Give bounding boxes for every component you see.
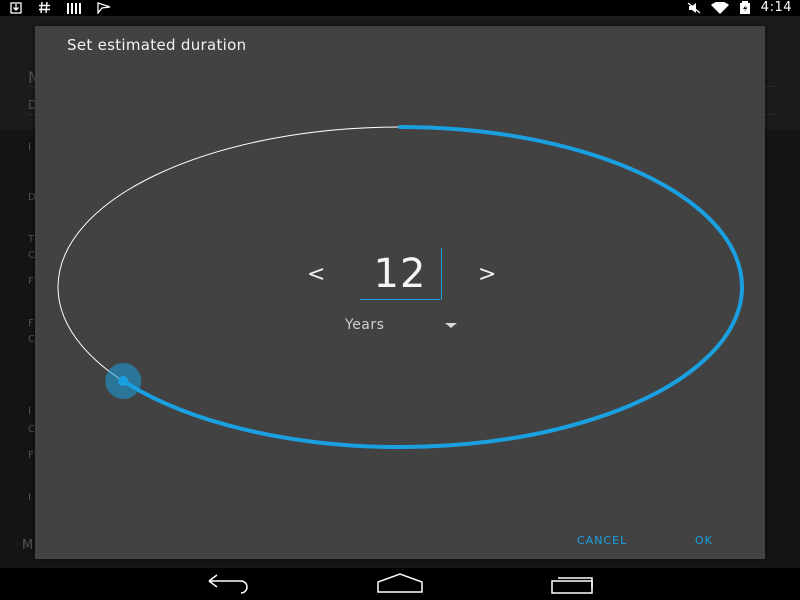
text-cursor	[441, 248, 442, 300]
background-text: F	[28, 318, 34, 329]
status-bar: 4:14	[0, 0, 800, 16]
background-text: F	[28, 450, 34, 461]
background-text: I	[28, 492, 31, 503]
signal-bars-icon	[67, 0, 81, 18]
navigation-bar	[0, 568, 800, 600]
decrement-button[interactable]: <	[307, 263, 325, 287]
duration-dialog: Set estimated duration < 12 > Years CANC…	[35, 26, 765, 559]
hash-icon	[38, 0, 51, 18]
unit-dropdown-label[interactable]: Years	[345, 317, 384, 333]
back-icon[interactable]	[205, 572, 253, 596]
download-icon	[10, 0, 22, 18]
increment-button[interactable]: >	[478, 263, 496, 287]
ok-button[interactable]: OK	[695, 534, 713, 547]
duration-value-field[interactable]: 12	[360, 248, 442, 300]
clock-time: 4:14	[760, 0, 792, 15]
background-text: T	[28, 234, 35, 245]
value-underline	[360, 299, 440, 300]
home-icon[interactable]	[376, 572, 424, 596]
background-text: I	[28, 142, 31, 153]
dropdown-arrow-icon[interactable]	[445, 323, 457, 328]
background-text: C	[28, 424, 35, 435]
mute-icon	[687, 0, 701, 18]
background-text: F	[28, 276, 34, 287]
background-text: I	[28, 406, 31, 417]
dial-handle-dot	[118, 376, 129, 386]
background-text: C	[28, 334, 35, 345]
cancel-button[interactable]: CANCEL	[577, 534, 627, 547]
recents-icon[interactable]	[548, 572, 596, 596]
flag-icon	[97, 0, 111, 18]
background-text: M	[22, 538, 34, 553]
background-text: C	[28, 250, 35, 261]
wifi-icon	[710, 0, 729, 18]
battery-icon	[739, 0, 751, 18]
duration-value: 12	[373, 251, 427, 297]
